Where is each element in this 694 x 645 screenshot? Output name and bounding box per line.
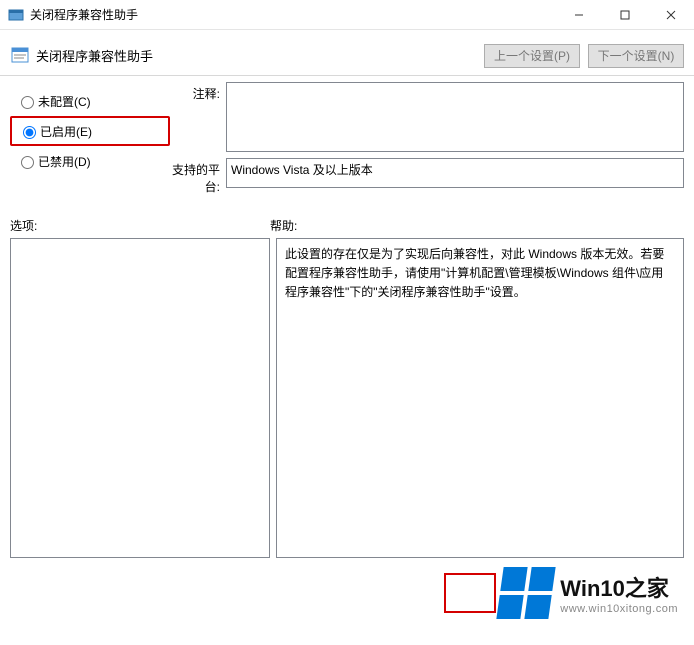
fields-column: 注释: 支持的平台:	[170, 82, 684, 201]
radio-disabled[interactable]: 已禁用(D)	[10, 146, 170, 176]
next-setting-button[interactable]: 下一个设置(N)	[588, 44, 684, 68]
panel-labels: 选项: 帮助:	[0, 207, 694, 238]
policy-icon	[10, 46, 30, 66]
platform-row: 支持的平台:	[170, 158, 684, 195]
options-panel[interactable]	[10, 238, 270, 558]
radio-not-configured[interactable]: 未配置(C)	[10, 86, 170, 116]
platform-label: 支持的平台:	[170, 158, 226, 195]
options-label: 选项:	[10, 217, 270, 234]
watermark-text: Win10之家 www.win10xitong.com	[560, 571, 678, 615]
platform-textarea	[226, 158, 684, 188]
window-title: 关闭程序兼容性助手	[30, 6, 556, 23]
radio-disabled-label: 已禁用(D)	[38, 153, 91, 170]
radio-group: 未配置(C) 已启用(E) 已禁用(D)	[10, 82, 170, 201]
close-button[interactable]	[648, 0, 694, 29]
panels-row: 此设置的存在仅是为了实现后向兼容性，对此 Windows 版本无效。若要配置程序…	[0, 238, 694, 568]
previous-setting-button[interactable]: 上一个设置(P)	[484, 44, 580, 68]
comment-textarea[interactable]	[226, 82, 684, 152]
policy-header: 关闭程序兼容性助手 上一个设置(P) 下一个设置(N)	[0, 30, 694, 76]
watermark: Win10之家 www.win10xitong.com	[500, 567, 678, 619]
config-section: 未配置(C) 已启用(E) 已禁用(D) 注释: 支持的平台:	[0, 76, 694, 207]
window-controls	[556, 0, 694, 29]
radio-enabled-input[interactable]	[23, 126, 36, 139]
radio-disabled-input[interactable]	[21, 156, 34, 169]
watermark-url: www.win10xitong.com	[560, 603, 678, 615]
watermark-brand: Win10之家	[560, 571, 678, 603]
maximize-button[interactable]	[602, 0, 648, 29]
title-bar: 关闭程序兼容性助手	[0, 0, 694, 30]
help-label: 帮助:	[270, 217, 297, 234]
help-panel: 此设置的存在仅是为了实现后向兼容性，对此 Windows 版本无效。若要配置程序…	[276, 238, 684, 558]
minimize-button[interactable]	[556, 0, 602, 29]
app-icon	[8, 7, 24, 23]
policy-title: 关闭程序兼容性助手	[36, 46, 476, 65]
radio-not-configured-input[interactable]	[21, 96, 34, 109]
radio-enabled-label: 已启用(E)	[40, 123, 92, 140]
windows-logo-icon	[497, 567, 556, 619]
radio-not-configured-label: 未配置(C)	[38, 93, 91, 110]
highlight-box	[444, 573, 496, 613]
comment-row: 注释:	[170, 82, 684, 152]
radio-enabled[interactable]: 已启用(E)	[10, 116, 170, 146]
comment-label: 注释:	[170, 82, 226, 152]
